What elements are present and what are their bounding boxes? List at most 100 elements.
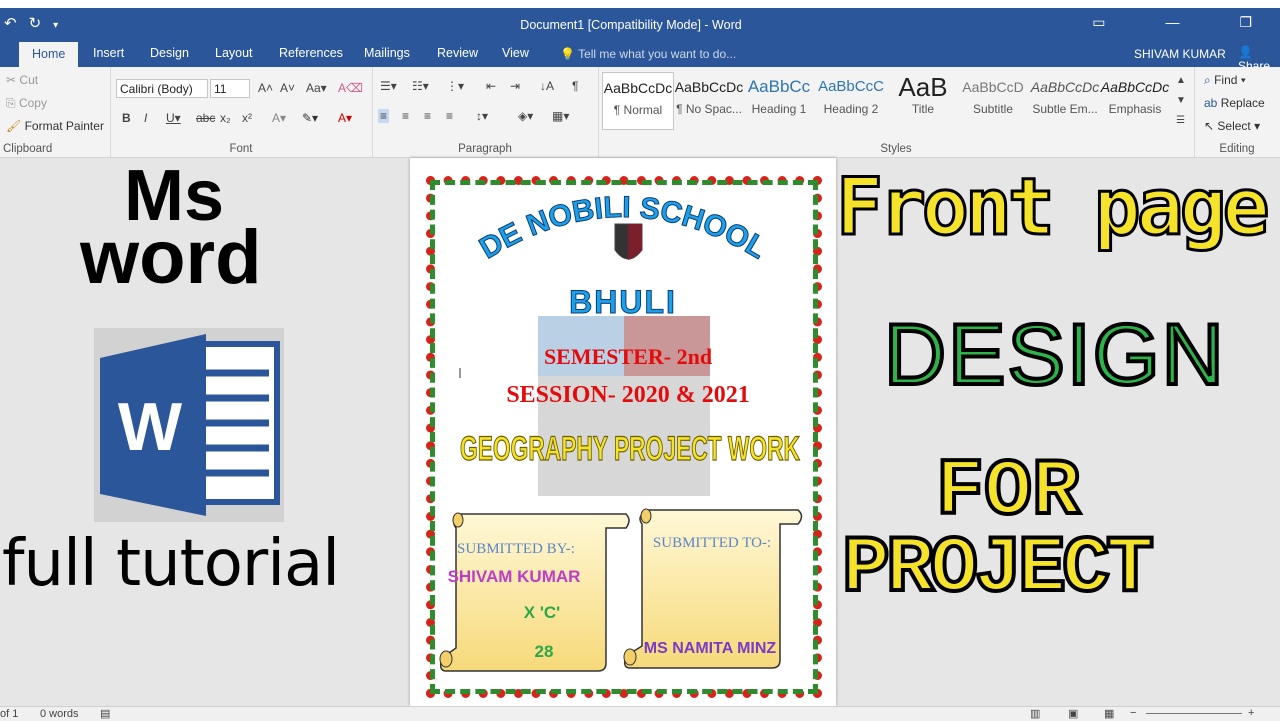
numbering-icon[interactable]: ☷▾ bbox=[412, 79, 429, 93]
strikethrough-icon[interactable]: abc bbox=[196, 111, 215, 125]
style-preview: AaB bbox=[898, 72, 948, 102]
borders-icon[interactable]: ▦▾ bbox=[552, 109, 569, 123]
zoom-out-icon[interactable]: − bbox=[1130, 707, 1136, 719]
justify-icon[interactable]: ≡ bbox=[446, 109, 453, 123]
change-case-icon[interactable]: Aa▾ bbox=[306, 81, 327, 95]
tell-me-box[interactable]: 💡 Tell me what you want to do... bbox=[560, 47, 736, 61]
superscript-icon[interactable]: x² bbox=[242, 111, 252, 125]
pilcrow-icon[interactable]: ¶ bbox=[572, 79, 578, 93]
tab-design[interactable]: Design bbox=[150, 46, 189, 60]
shrink-font-icon[interactable]: A˅ bbox=[280, 81, 295, 95]
styles-scroll-up-icon[interactable]: ▲ bbox=[1176, 75, 1186, 86]
align-left-icon[interactable]: ≡ bbox=[378, 109, 390, 123]
web-layout-icon[interactable]: ▦ bbox=[1104, 707, 1114, 720]
top-strip bbox=[0, 0, 1280, 8]
select-button[interactable]: ↖ Select ▾ bbox=[1204, 119, 1260, 133]
style-subtle-emphasis[interactable]: AaBbCcDc Subtle Em... bbox=[1030, 72, 1100, 128]
tab-references[interactable]: References bbox=[279, 46, 343, 60]
clipboard-group: ✂ Cut ⎘ Copy 🖌 Format Painter Clipboard bbox=[0, 67, 111, 157]
tab-insert[interactable]: Insert bbox=[93, 46, 124, 60]
font-name-combo[interactable]: Calibri (Body) bbox=[116, 79, 208, 98]
subscript-icon[interactable]: x₂ bbox=[220, 111, 231, 125]
sort-icon[interactable]: ↓A bbox=[540, 79, 554, 93]
styles-group: AaBbCcDc ¶ Normal AaBbCcDc ¶ No Spac... Aa… bbox=[598, 67, 1195, 157]
style-preview: AaBbCcDc bbox=[1100, 79, 1170, 95]
style-heading-1[interactable]: AaBbCc Heading 1 bbox=[744, 72, 814, 128]
style-name: Subtitle bbox=[972, 102, 1014, 116]
teacher-name: MS NAMITA MINZ bbox=[644, 640, 777, 657]
font-size-combo[interactable]: 11 bbox=[210, 79, 250, 98]
style-preview: AaBbCc bbox=[747, 77, 811, 96]
copy-icon: ⎘ bbox=[6, 96, 16, 110]
style-name: ¶ No Spac... bbox=[676, 102, 742, 116]
styles-scroll-down-icon[interactable]: ▼ bbox=[1176, 95, 1186, 106]
copy-button[interactable]: ⎘ Copy bbox=[6, 96, 47, 111]
align-center-icon[interactable]: ≡ bbox=[402, 109, 409, 123]
overlay-design: DESIGN bbox=[882, 305, 1226, 405]
window-controls: ▭ — ❐ bbox=[1032, 14, 1252, 31]
grow-font-icon[interactable]: A˄ bbox=[258, 81, 273, 95]
tab-home[interactable]: Home bbox=[19, 42, 79, 67]
scissors-icon: ✂ bbox=[6, 73, 17, 87]
style-name: ¶ Normal bbox=[613, 103, 663, 117]
multilevel-list-icon[interactable]: ⋮▾ bbox=[446, 79, 464, 93]
zoom-slider[interactable] bbox=[1146, 713, 1242, 714]
proofing-icon[interactable]: ▤ bbox=[100, 707, 110, 720]
underline-icon[interactable]: U▾ bbox=[166, 111, 181, 125]
tab-layout[interactable]: Layout bbox=[215, 46, 253, 60]
format-painter-button[interactable]: 🖌 Format Painter bbox=[6, 119, 104, 133]
font-label: Font bbox=[229, 143, 253, 155]
style-emphasis[interactable]: AaBbCcDc Emphasis bbox=[1100, 72, 1170, 128]
ribbon-display-icon[interactable]: ▭ bbox=[1092, 14, 1105, 30]
place-text: BHULI bbox=[569, 284, 677, 320]
zoom-in-icon[interactable]: + bbox=[1248, 707, 1254, 719]
tab-review[interactable]: Review bbox=[437, 46, 478, 60]
style-no-spacing[interactable]: AaBbCcDc ¶ No Spac... bbox=[674, 72, 744, 128]
title-bar: ↶ ↻ ▾ Document1 [Compatibility Mode] - Wor… bbox=[0, 8, 1280, 42]
user-name[interactable]: SHIVAM KUMAR bbox=[1134, 47, 1226, 61]
style-subtitle[interactable]: AaBbCcD Subtitle bbox=[958, 72, 1028, 128]
styles-more-icon[interactable]: ☰ bbox=[1176, 115, 1185, 126]
replace-button[interactable]: ab Replace bbox=[1204, 96, 1265, 110]
increase-indent-icon[interactable]: ⇥ bbox=[510, 79, 520, 93]
highlight-icon[interactable]: ✎▾ bbox=[302, 111, 318, 125]
word-count[interactable]: 0 words bbox=[40, 708, 79, 720]
document-page[interactable]: DE NOBILI SCHOOL BHULI SEMESTER- 2nd SES… bbox=[410, 158, 836, 706]
find-button[interactable]: ⌕ Find ▾ bbox=[1204, 73, 1246, 88]
shading-icon[interactable]: ◈▾ bbox=[518, 109, 533, 123]
session-text: SESSION- 2020 & 2021 bbox=[506, 382, 749, 408]
page-count[interactable]: of 1 bbox=[0, 708, 18, 720]
cut-label: Cut bbox=[19, 73, 39, 87]
tab-mailings[interactable]: Mailings bbox=[364, 46, 410, 60]
tab-view[interactable]: View bbox=[502, 46, 529, 60]
bold-icon[interactable]: B bbox=[122, 111, 131, 125]
italic-icon[interactable]: I bbox=[144, 111, 147, 125]
line-spacing-icon[interactable]: ↕▾ bbox=[476, 109, 488, 123]
style-preview: AaBbCcDc bbox=[674, 79, 744, 95]
cut-button[interactable]: ✂ Cut bbox=[6, 73, 38, 87]
font-color-icon[interactable]: A▾ bbox=[338, 111, 352, 125]
decrease-indent-icon[interactable]: ⇤ bbox=[486, 79, 496, 93]
style-name: Heading 1 bbox=[751, 102, 807, 116]
minimize-icon[interactable]: — bbox=[1165, 14, 1179, 30]
replace-label: Replace bbox=[1220, 96, 1265, 110]
lightbulb-icon: 💡 bbox=[560, 47, 575, 61]
read-mode-icon[interactable]: ▥ bbox=[1030, 707, 1040, 720]
editing-label: Editing bbox=[1219, 143, 1255, 155]
restore-icon[interactable]: ❐ bbox=[1239, 14, 1252, 30]
style-title[interactable]: AaB Title bbox=[888, 72, 958, 128]
student-roll: 28 bbox=[535, 642, 554, 661]
style-heading-2[interactable]: AaBbCcC Heading 2 bbox=[816, 72, 886, 128]
style-normal[interactable]: AaBbCcDc ¶ Normal bbox=[602, 72, 674, 130]
student-class: X 'C' bbox=[524, 603, 560, 622]
bullets-icon[interactable]: ☰▾ bbox=[380, 79, 397, 93]
print-layout-icon[interactable]: ▣ bbox=[1068, 707, 1078, 720]
word-logo-tile: W bbox=[94, 328, 284, 522]
align-right-icon[interactable]: ≡ bbox=[424, 109, 431, 123]
search-icon: ⌕ bbox=[1204, 73, 1211, 87]
clear-formatting-icon[interactable]: A⌫ bbox=[338, 81, 363, 95]
student-name: SHIVAM KUMAR bbox=[448, 567, 581, 586]
text-effects-icon[interactable]: A▾ bbox=[272, 111, 286, 125]
style-name: Subtle Em... bbox=[1032, 102, 1098, 116]
style-name: Emphasis bbox=[1108, 102, 1162, 116]
